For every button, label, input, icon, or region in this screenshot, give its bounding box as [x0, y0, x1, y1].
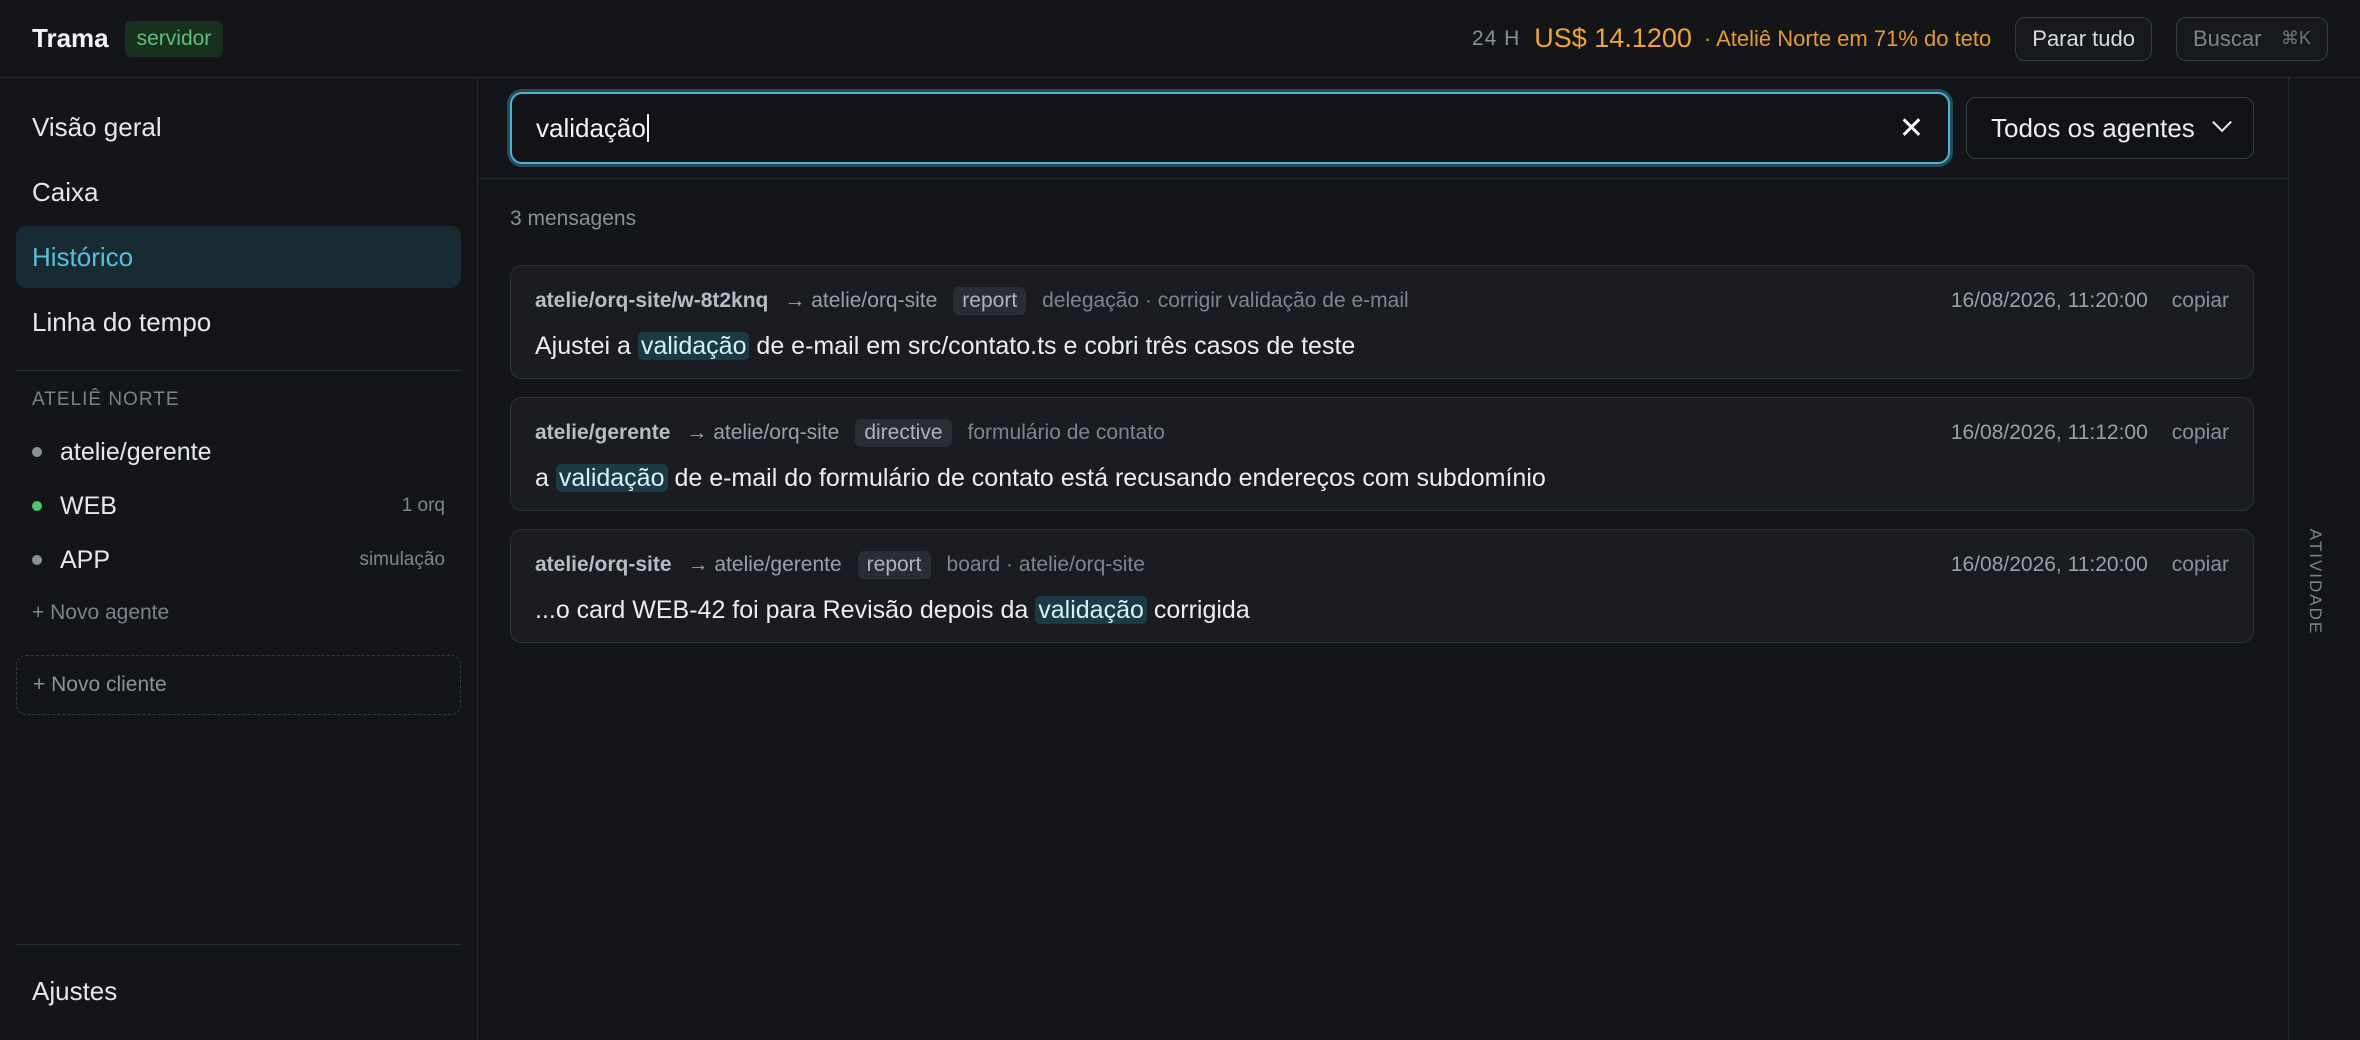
budget-warning: · Ateliê Norte em 71% do teto [1703, 25, 1992, 51]
copy-message-button[interactable]: copiar [2172, 421, 2229, 445]
history-search-bar: validação ✕ Todos os agentes [478, 78, 2288, 179]
cost-total: US$ 14.1200 [1534, 23, 1692, 53]
sidebar-nav: Visão geral Caixa Histórico Linha do tem… [16, 78, 461, 356]
agent-tag: simulação [359, 549, 445, 570]
message-sender: atelie/orq-site [535, 553, 672, 576]
message-body: Ajustei a validação de e-mail em src/con… [535, 330, 2229, 362]
message-type-badge: report [953, 287, 1027, 315]
sidebar: Visão geral Caixa Histórico Linha do tem… [0, 78, 478, 1040]
activity-rail-toggle[interactable]: ATIVIDADE [2288, 78, 2360, 1040]
message-card[interactable]: atelie/gerente → atelie/orq-site directi… [510, 397, 2254, 511]
history-search-input[interactable]: validação ✕ [510, 92, 1950, 164]
agent-name: WEB [60, 491, 117, 520]
agent-status-dot [32, 555, 42, 565]
message-sender: atelie/gerente [535, 421, 671, 444]
message-timestamp: 16/08/2026, 11:12:00 [1950, 421, 2148, 444]
message-type-badge: directive [855, 419, 952, 447]
message-text-before: ...o card WEB-42 foi para Revisão depois… [535, 596, 1036, 624]
text-caret [646, 114, 649, 142]
message-timestamp: 16/08/2026, 11:20:00 [1950, 553, 2148, 576]
search-query: validação [536, 112, 646, 143]
message-timestamp: 16/08/2026, 11:20:00 [1950, 289, 2148, 312]
message-body: a validação de e-mail do formulário de c… [535, 462, 2229, 494]
message-meta: atelie/orq-site → atelie/gerente report … [535, 550, 2229, 580]
message-text-before: Ajustei a [535, 332, 638, 360]
sidebar-item-settings[interactable]: Ajustes [16, 960, 461, 1022]
search-match-highlight: validação [1035, 596, 1147, 624]
message-card[interactable]: atelie/orq-site/w-8t2knq → atelie/orq-si… [510, 265, 2254, 379]
copy-message-button[interactable]: copiar [2172, 553, 2229, 577]
agent-item-gerente[interactable]: atelie/gerente [16, 425, 461, 479]
agent-name: APP [60, 545, 111, 574]
agent-name: atelie/gerente [60, 437, 212, 466]
message-meta: atelie/orq-site/w-8t2knq → atelie/orq-si… [535, 286, 2229, 316]
agent-status-dot [32, 447, 42, 457]
agent-status-dot [32, 501, 42, 511]
global-search-label: Buscar [2193, 25, 2262, 51]
search-match-highlight: validação [555, 464, 668, 492]
search-match-highlight: validação [637, 332, 750, 360]
sidebar-item-history[interactable]: Histórico [16, 226, 461, 288]
new-agent-button[interactable]: + Novo agente [16, 601, 461, 625]
message-sender: atelie/orq-site/w-8t2knq [535, 289, 769, 312]
environment-badge: servidor [124, 20, 224, 57]
message-body: ...o card WEB-42 foi para Revisão depois… [535, 594, 2229, 626]
agent-tag: 1 orq [401, 495, 445, 516]
sidebar-divider [16, 370, 461, 371]
message-text-before: a [535, 464, 556, 492]
global-search-button[interactable]: Buscar ⌘K [2176, 16, 2328, 61]
message-recipient: → atelie/orq-site [784, 289, 938, 312]
copy-message-button[interactable]: copiar [2172, 289, 2229, 313]
message-context: board · atelie/orq-site [946, 553, 1145, 576]
message-meta: atelie/gerente → atelie/orq-site directi… [535, 418, 2229, 448]
activity-rail-label: ATIVIDADE [2306, 528, 2325, 636]
message-card[interactable]: atelie/orq-site → atelie/gerente report … [510, 529, 2254, 643]
agent-filter-value: Todos os agentes [1991, 112, 2195, 143]
stop-all-button[interactable]: Parar tudo [2015, 16, 2152, 61]
app-body: Visão geral Caixa Histórico Linha do tem… [0, 78, 2360, 1040]
cost-period-label: 24 H [1471, 26, 1521, 50]
client-section-label: ATELIÊ NORTE [32, 389, 180, 410]
sidebar-footer: Ajustes [16, 944, 461, 1040]
sidebar-item-inbox[interactable]: Caixa [16, 161, 461, 223]
top-bar: Trama servidor 24 H US$ 14.1200 · Ateliê… [0, 0, 2360, 78]
message-text-after: de e-mail em src/contato.ts e cobri três… [749, 332, 1356, 360]
message-recipient: → atelie/gerente [687, 553, 842, 576]
message-context: formulário de contato [967, 421, 1165, 444]
search-results: 3 mensagens atelie/orq-site/w-8t2knq → a… [478, 179, 2288, 661]
app-shell: Trama servidor 24 H US$ 14.1200 · Ateliê… [0, 0, 2360, 1040]
message-type-badge: report [857, 551, 931, 579]
agent-item-app[interactable]: APP simulação [16, 533, 461, 587]
app-title: Trama [32, 23, 109, 53]
history-panel: validação ✕ Todos os agentes 3 mensagens… [478, 78, 2288, 1040]
clear-search-icon[interactable]: ✕ [1899, 111, 1924, 146]
header-status: 24 H US$ 14.1200 · Ateliê Norte em 71% d… [1471, 16, 2328, 61]
message-text-after: corrigida [1146, 596, 1250, 624]
message-text-after: de e-mail do formulário de contato está … [667, 464, 1546, 492]
result-count: 3 mensagens [510, 207, 637, 230]
agent-filter-select[interactable]: Todos os agentes [1966, 97, 2254, 159]
agent-item-web[interactable]: WEB 1 orq [16, 479, 461, 533]
chevron-down-icon [2212, 112, 2232, 133]
sidebar-item-timeline[interactable]: Linha do tempo [16, 291, 461, 353]
message-context: delegação · corrigir validação de e-mail [1042, 289, 1409, 312]
new-client-button[interactable]: + Novo cliente [16, 655, 461, 715]
sidebar-item-overview[interactable]: Visão geral [16, 96, 461, 158]
message-recipient: → atelie/orq-site [686, 421, 840, 444]
search-shortcut-hint: ⌘K [2280, 28, 2311, 48]
